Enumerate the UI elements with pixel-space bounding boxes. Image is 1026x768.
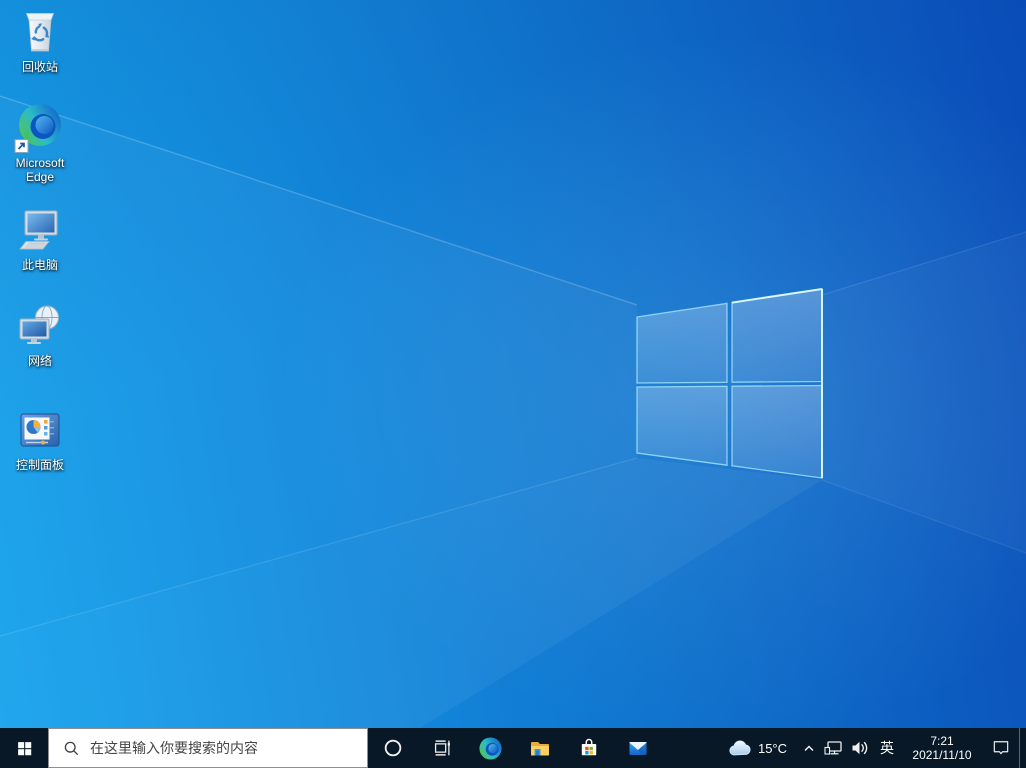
- desktop-icon-label: 此电脑: [21, 258, 58, 272]
- taskbar-clock[interactable]: 7:21 2021/11/10: [901, 728, 983, 768]
- desktop-icon-label: 控制面板: [15, 458, 64, 472]
- cloud-icon: [729, 740, 751, 756]
- desktop-icon-network[interactable]: 网络: [2, 300, 78, 368]
- control-panel-icon: [2, 404, 78, 456]
- clock-time: 7:21: [930, 734, 954, 748]
- windows-logo: [636, 288, 823, 479]
- desktop-wallpaper: [0, 0, 1026, 728]
- system-tray: 15°C 英 7:21 2021/11/10: [717, 728, 1026, 768]
- desktop-icon-recycle-bin[interactable]: 回收站: [2, 6, 78, 74]
- ethernet-icon: [824, 741, 842, 755]
- weather-widget[interactable]: 15°C: [717, 728, 797, 768]
- temperature-text: 15°C: [757, 740, 788, 756]
- taskbar-button-task-view[interactable]: [417, 728, 466, 768]
- cortana-circle-icon: [384, 739, 401, 757]
- show-desktop-button[interactable]: [1019, 728, 1026, 768]
- search-placeholder: 在这里输入你要搜索的内容: [90, 740, 258, 756]
- mail-envelope-icon: [629, 742, 646, 755]
- task-view-icon: [434, 740, 450, 756]
- edge-icon: [2, 102, 78, 154]
- volume-button[interactable]: [847, 728, 873, 768]
- chevron-up-icon: [804, 745, 814, 752]
- taskbar-button-mail[interactable]: [613, 728, 662, 768]
- desktop-icon-control-panel[interactable]: 控制面板: [2, 404, 78, 472]
- taskbar-app-row: [368, 728, 662, 768]
- computer-icon: [2, 204, 78, 256]
- shortcut-arrow-badge: [14, 139, 29, 153]
- store-bag-icon: [581, 738, 596, 756]
- folder-icon: [530, 742, 549, 756]
- light-rays: [0, 95, 1026, 728]
- edge-icon: [479, 736, 502, 760]
- desktop-icon-label: Microsoft Edge: [15, 156, 65, 184]
- network-globe-icon: [2, 300, 78, 352]
- taskbar-button-cortana[interactable]: [368, 728, 417, 768]
- desktop-icon-this-pc[interactable]: 此电脑: [2, 204, 78, 272]
- taskbar-search-input[interactable]: 在这里输入你要搜索的内容: [48, 728, 368, 768]
- search-icon: [64, 741, 79, 755]
- windows-desktop: 回收站 Microsoft Edge 此电脑 网络 控制面板 在这里输入你要搜索…: [0, 0, 1026, 768]
- ime-language-indicator[interactable]: 英: [873, 728, 901, 768]
- clock-date: 2021/11/10: [912, 748, 972, 762]
- start-button[interactable]: [0, 728, 48, 768]
- desktop-icon-label: 回收站: [21, 60, 58, 74]
- action-center-icon: [993, 741, 1009, 755]
- desktop-icon-label: 网络: [27, 354, 52, 368]
- network-status-button[interactable]: [821, 728, 847, 768]
- taskbar-button-edge[interactable]: [466, 728, 515, 768]
- taskbar-button-file-explorer[interactable]: [515, 728, 564, 768]
- speaker-icon: [852, 741, 868, 755]
- show-hidden-icons-button[interactable]: [797, 728, 821, 768]
- recycle-bin-icon: [2, 6, 78, 58]
- action-center-button[interactable]: [983, 728, 1019, 768]
- taskbar: 在这里输入你要搜索的内容 15°C 英 7:21 2021/11/10: [0, 728, 1026, 768]
- desktop-icon-microsoft-edge[interactable]: Microsoft Edge: [2, 102, 78, 184]
- windows-start-icon: [17, 741, 31, 755]
- taskbar-button-microsoft-store[interactable]: [564, 728, 613, 768]
- wallpaper-art: [0, 95, 1026, 728]
